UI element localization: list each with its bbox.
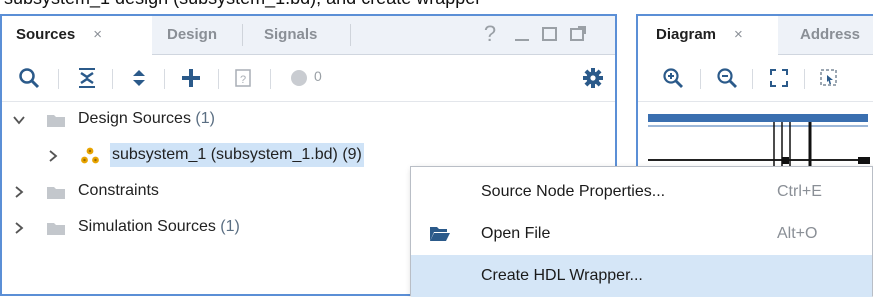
folder-icon [47,115,65,127]
add-sources-icon[interactable] [178,65,204,91]
tab-sources-label: Sources [16,26,76,43]
tab-signals-label: Signals [264,26,318,43]
chevron-right-icon[interactable] [12,221,26,235]
tab-diagram-label: Diagram [656,26,717,43]
tab-sources[interactable]: Sources × [2,16,152,55]
toolbar-separator [112,69,113,89]
toolbar-separator [700,69,701,89]
menu-item-shortcut: Alt+O [777,225,818,242]
tree-item-count: (1) [220,218,240,235]
gear-icon[interactable] [580,65,606,91]
chevron-right-icon[interactable] [46,149,60,163]
properties-icon[interactable]: ? [230,65,256,91]
minimize-icon[interactable] [510,22,534,46]
folder-icon [47,223,65,235]
toolbar-separator [218,69,219,89]
tab-diagram[interactable]: Diagram × [638,16,778,55]
sources-toolbar: ? 0 [2,55,615,102]
help-icon[interactable]: ? [478,21,502,46]
context-menu: Source Node Properties... Ctrl+E Open Fi… [410,166,873,297]
close-icon[interactable]: × [93,26,102,43]
status-circle-icon [286,65,312,91]
tree-item-label: subsystem_1 (subsystem_1.bd) (9) [110,143,364,167]
tab-divider [350,24,351,46]
tab-address-editor[interactable]: Address [800,16,860,54]
folder-icon [47,187,65,199]
menu-item-shortcut: Ctrl+E [777,183,822,200]
select-area-icon[interactable] [816,65,842,91]
tree-item-label: Simulation Sources [78,218,216,235]
diagram-toolbar [638,55,873,102]
menu-item-open-file[interactable]: Open File Alt+O [411,213,872,255]
chevron-right-icon[interactable] [12,185,26,199]
tree-item-count: (1) [195,110,215,127]
close-icon[interactable]: × [734,26,743,43]
tab-divider [242,24,243,46]
sources-tab-bar: Sources × Design Signals ? [2,16,615,55]
float-icon[interactable] [566,22,590,46]
block-design-icon [81,147,99,164]
toolbar-separator [752,69,753,89]
tree-item-label: Constraints [78,182,159,199]
chevron-down-icon[interactable] [12,113,26,127]
toolbar-separator [58,69,59,89]
svg-text:?: ? [240,74,246,86]
zoom-in-icon[interactable] [660,65,686,91]
tab-signals[interactable]: Signals [264,16,317,54]
zoom-out-icon[interactable] [714,65,740,91]
menu-item-label: Source Node Properties... [481,183,666,200]
tree-item-label: Design Sources [78,110,191,127]
toolbar-separator [804,69,805,89]
folder-open-icon [430,227,450,241]
menu-item-create-hdl-wrapper[interactable]: Create HDL Wrapper... [411,255,872,297]
diagram-tab-bar: Diagram × Address [638,16,873,55]
menu-item-label: Open File [481,225,551,242]
search-icon[interactable] [16,65,42,91]
tab-design[interactable]: Design [167,16,217,54]
tab-address-label: Address [800,26,861,43]
zoom-fit-icon[interactable] [766,65,792,91]
menu-item-label: Create HDL Wrapper... [481,267,643,284]
menu-item-source-node-properties[interactable]: Source Node Properties... Ctrl+E [411,171,872,213]
maximize-icon[interactable] [538,22,562,46]
tab-design-label: Design [167,26,218,43]
tree-item-design-sources[interactable]: Design Sources (1) [2,102,615,138]
collapse-all-icon[interactable] [74,65,100,91]
expand-all-icon[interactable] [126,65,152,91]
toolbar-separator [164,69,165,89]
toolbar-separator [270,69,271,89]
status-count: 0 [314,68,322,84]
